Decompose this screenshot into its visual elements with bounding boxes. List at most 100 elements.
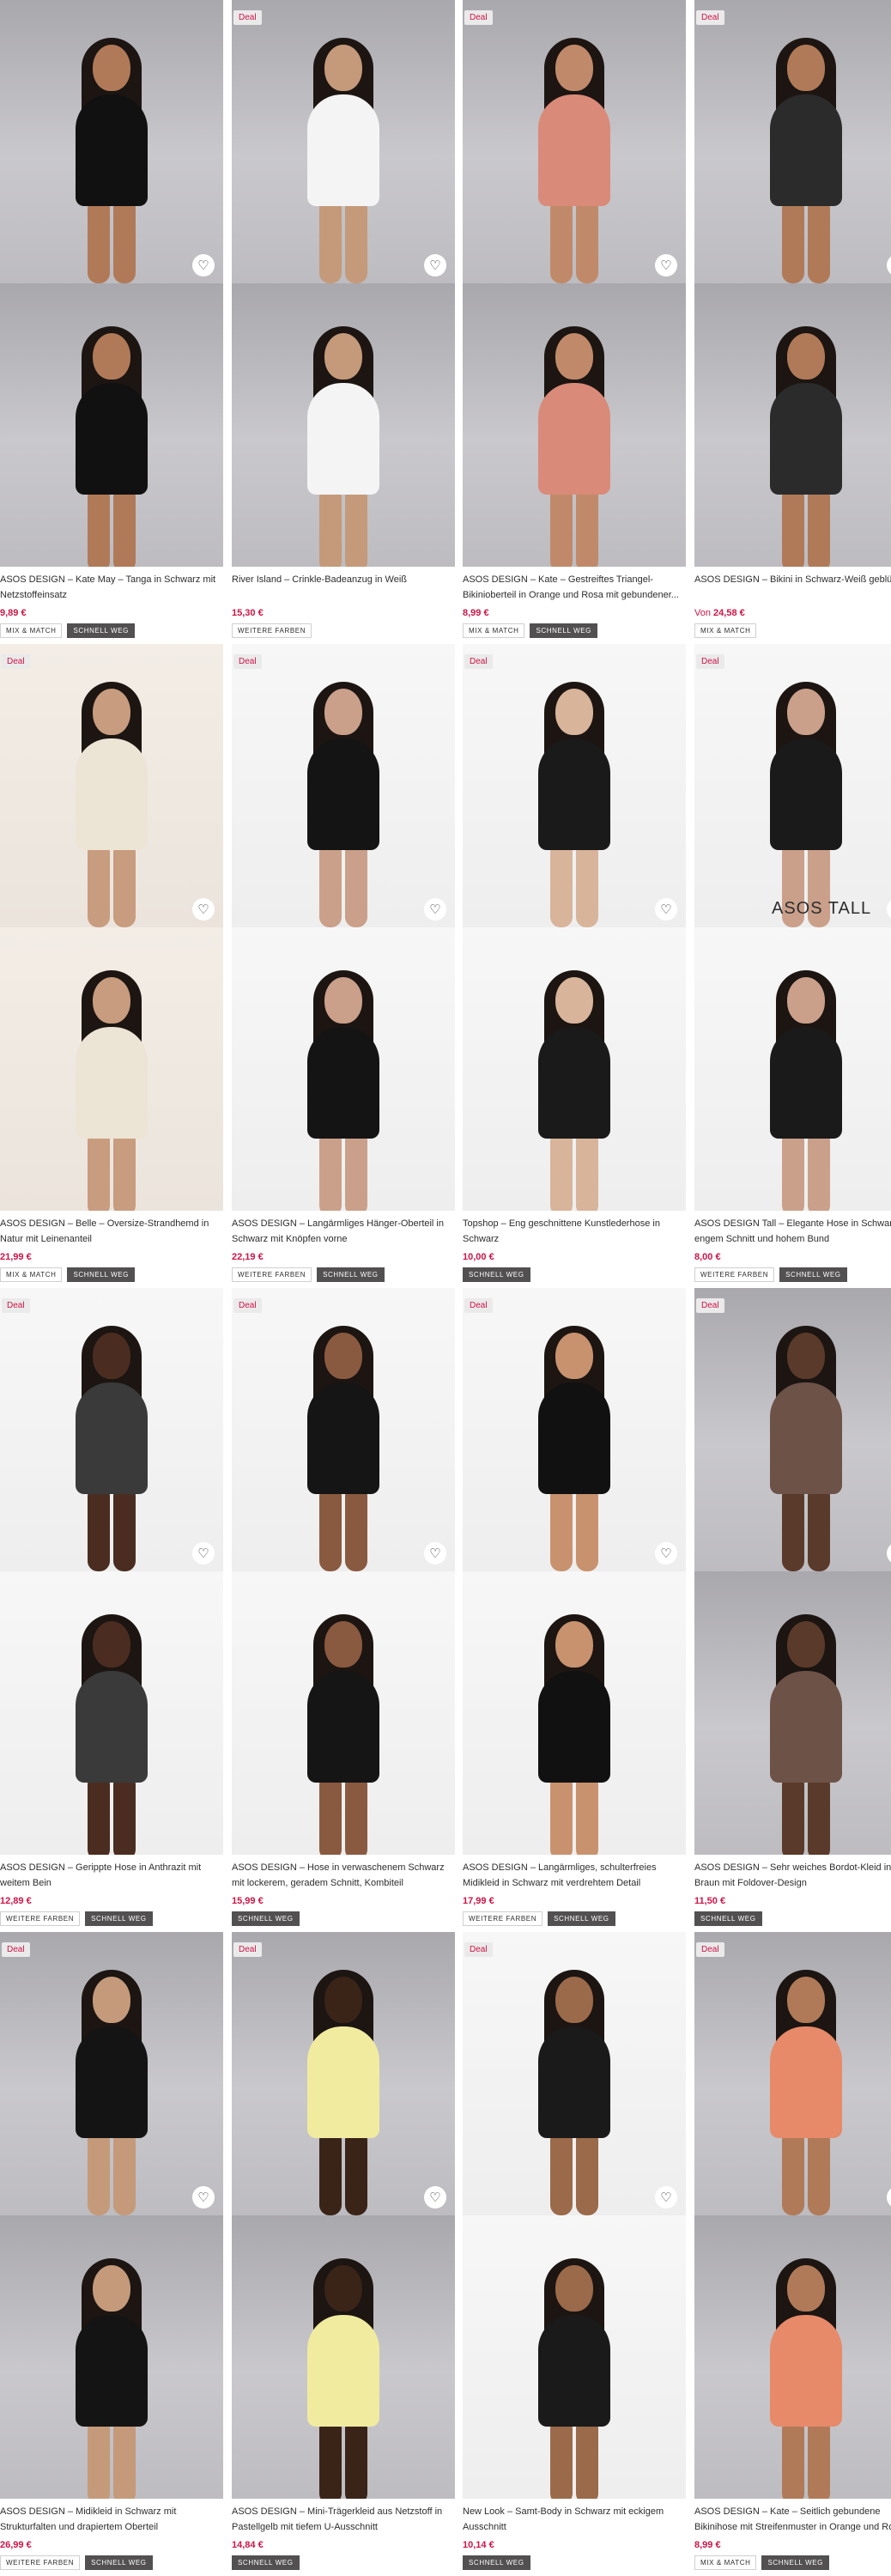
- product-title[interactable]: ASOS DESIGN – Hose in verwaschenem Schwa…: [232, 1860, 455, 1891]
- product-image-primary[interactable]: Deal ♡: [463, 1932, 686, 2215]
- product-image-secondary[interactable]: [694, 927, 891, 1211]
- product-card[interactable]: Deal ♡ ASOS DESIGN – Hose in verwaschenem …: [232, 1288, 455, 1932]
- model-figure: [275, 309, 412, 567]
- product-image-secondary[interactable]: [0, 283, 223, 567]
- product-card[interactable]: Deal ♡ ASOS DESIGN – Langärmliges, schulte…: [463, 1288, 686, 1932]
- heart-icon[interactable]: ♡: [887, 1542, 891, 1564]
- product-title[interactable]: ASOS DESIGN – Midikleid in Schwarz mit S…: [0, 2504, 223, 2535]
- model-body: [538, 383, 610, 495]
- product-image-secondary[interactable]: [463, 927, 686, 1211]
- product-card[interactable]: Deal ♡ ASOS DESIGN – Langärmliges Hänger-O…: [232, 644, 455, 1288]
- heart-icon[interactable]: ♡: [424, 898, 446, 920]
- product-image-primary[interactable]: Deal ♡ ASOS TALL: [694, 644, 891, 927]
- product-image-primary[interactable]: Deal ♡: [0, 644, 223, 927]
- product-image-secondary[interactable]: [694, 2215, 891, 2499]
- model-head: [324, 1333, 362, 1379]
- product-card[interactable]: Deal ♡ ASOS DESIGN – Belle – Oversize-Stra…: [0, 644, 223, 1288]
- model-leg: [88, 2129, 110, 2215]
- product-card[interactable]: Deal ♡ ASOS DESIGN – Kate – Gestreiftes Tr…: [463, 0, 686, 644]
- product-badge: SCHNELL WEG: [779, 1267, 847, 1282]
- product-info: ASOS DESIGN – Langärmliges Hänger-Oberte…: [232, 1216, 455, 1282]
- product-title[interactable]: ASOS DESIGN – Sehr weiches Bordot-Kleid …: [694, 1860, 891, 1891]
- product-image-secondary[interactable]: [232, 1571, 455, 1855]
- heart-icon[interactable]: ♡: [887, 254, 891, 276]
- product-card[interactable]: Deal ♡ ASOS DESIGN – Sehr weiches Bordot-K…: [694, 1288, 891, 1932]
- deal-badge: Deal: [233, 1942, 262, 1957]
- product-image-secondary[interactable]: [463, 2215, 686, 2499]
- model-figure: [506, 953, 643, 1211]
- heart-icon[interactable]: ♡: [424, 1542, 446, 1564]
- product-title[interactable]: ASOS DESIGN – Kate – Gestreiftes Triange…: [463, 572, 686, 603]
- product-image-secondary[interactable]: [463, 1571, 686, 1855]
- product-card[interactable]: Deal ♡ ASOS DESIGN – Kate – Seitlich gebun…: [694, 1932, 891, 2576]
- product-image-secondary[interactable]: [232, 927, 455, 1211]
- product-image-primary[interactable]: ♡: [0, 0, 223, 283]
- model-body: [76, 738, 148, 850]
- product-image-primary[interactable]: Deal ♡: [694, 0, 891, 283]
- product-card[interactable]: Deal ♡ River Island – Crinkle-Badeanzug in…: [232, 0, 455, 644]
- product-image-secondary[interactable]: [463, 283, 686, 567]
- product-image-primary[interactable]: Deal ♡: [232, 644, 455, 927]
- product-title[interactable]: ASOS DESIGN – Mini-Trägerkleid aus Netzs…: [232, 2504, 455, 2535]
- deal-badge: Deal: [696, 10, 724, 25]
- heart-icon[interactable]: ♡: [887, 2186, 891, 2208]
- product-title[interactable]: ASOS DESIGN – Langärmliges Hänger-Oberte…: [232, 1216, 455, 1247]
- heart-icon[interactable]: ♡: [655, 2186, 677, 2208]
- product-image-secondary[interactable]: [232, 283, 455, 567]
- product-card[interactable]: ♡ ASOS DESIGN – Kate May – Tanga in Schwa…: [0, 0, 223, 644]
- product-image-primary[interactable]: Deal ♡: [232, 0, 455, 283]
- product-badges: SCHNELL WEG: [463, 1267, 686, 1282]
- heart-icon[interactable]: ♡: [887, 898, 891, 920]
- model-head: [555, 45, 593, 91]
- heart-icon[interactable]: ♡: [192, 1542, 215, 1564]
- product-image-primary[interactable]: Deal ♡: [232, 1932, 455, 2215]
- product-title[interactable]: ASOS DESIGN – Gerippte Hose in Anthrazit…: [0, 1860, 223, 1891]
- product-image-primary[interactable]: Deal ♡: [694, 1932, 891, 2215]
- product-image-secondary[interactable]: [0, 927, 223, 1211]
- product-image-secondary[interactable]: [694, 283, 891, 567]
- product-title[interactable]: River Island – Crinkle-Badeanzug in Weiß: [232, 572, 455, 603]
- heart-icon[interactable]: ♡: [655, 254, 677, 276]
- product-title[interactable]: Topshop – Eng geschnittene Kunstlederhos…: [463, 1216, 686, 1247]
- price-value: 26,99 €: [0, 2540, 32, 2550]
- product-title[interactable]: ASOS DESIGN – Langärmliges, schulterfrei…: [463, 1860, 686, 1891]
- heart-icon[interactable]: ♡: [655, 1542, 677, 1564]
- product-title[interactable]: ASOS DESIGN – Bikini in Schwarz-Weiß geb…: [694, 572, 891, 603]
- product-image-secondary[interactable]: [0, 1571, 223, 1855]
- product-card[interactable]: Deal ♡ ASOS TALL ASOS DESIGN Tall – Elegant…: [694, 644, 891, 1288]
- product-card[interactable]: Deal ♡ ASOS DESIGN – Bikini in Schwarz-Wei…: [694, 0, 891, 644]
- product-card[interactable]: Deal ♡ ASOS DESIGN – Gerippte Hose in Anth…: [0, 1288, 223, 1932]
- product-image-primary[interactable]: Deal ♡: [694, 1288, 891, 1571]
- product-card[interactable]: Deal ♡ ASOS DESIGN – Midikleid in Schwarz …: [0, 1932, 223, 2576]
- model-head: [555, 2265, 593, 2312]
- product-image-primary[interactable]: Deal ♡: [232, 1288, 455, 1571]
- model-leg: [113, 1774, 136, 1855]
- model-leg: [345, 841, 367, 927]
- product-title[interactable]: ASOS DESIGN – Kate May – Tanga in Schwar…: [0, 572, 223, 603]
- product-image-primary[interactable]: Deal ♡: [0, 1288, 223, 1571]
- model-body: [538, 2026, 610, 2138]
- product-image-primary[interactable]: Deal ♡: [463, 1288, 686, 1571]
- product-image-secondary[interactable]: [0, 2215, 223, 2499]
- product-image-primary[interactable]: Deal ♡: [463, 644, 686, 927]
- product-image-primary[interactable]: Deal ♡: [463, 0, 686, 283]
- product-title[interactable]: ASOS DESIGN – Belle – Oversize-Strandhem…: [0, 1216, 223, 1247]
- model-figure: [737, 1597, 875, 1855]
- product-card[interactable]: Deal ♡ ASOS DESIGN – Mini-Trägerkleid aus …: [232, 1932, 455, 2576]
- heart-icon[interactable]: ♡: [424, 2186, 446, 2208]
- product-card[interactable]: Deal ♡ New Look – Samt-Body in Schwarz mit…: [463, 1932, 686, 2576]
- product-image-primary[interactable]: Deal ♡: [0, 1932, 223, 2215]
- heart-icon[interactable]: ♡: [192, 898, 215, 920]
- product-title[interactable]: New Look – Samt-Body in Schwarz mit ecki…: [463, 2504, 686, 2535]
- product-card[interactable]: Deal ♡ Topshop – Eng geschnittene Kunstled…: [463, 644, 686, 1288]
- heart-icon[interactable]: ♡: [192, 254, 215, 276]
- product-title[interactable]: ASOS DESIGN Tall – Elegante Hose in Schw…: [694, 1216, 891, 1247]
- heart-icon[interactable]: ♡: [655, 898, 677, 920]
- model-head: [324, 1621, 362, 1668]
- product-info: ASOS DESIGN – Langärmliges, schulterfrei…: [463, 1860, 686, 1926]
- heart-icon[interactable]: ♡: [424, 254, 446, 276]
- product-image-secondary[interactable]: [694, 1571, 891, 1855]
- heart-icon[interactable]: ♡: [192, 2186, 215, 2208]
- product-title[interactable]: ASOS DESIGN – Kate – Seitlich gebundene …: [694, 2504, 891, 2535]
- product-image-secondary[interactable]: [232, 2215, 455, 2499]
